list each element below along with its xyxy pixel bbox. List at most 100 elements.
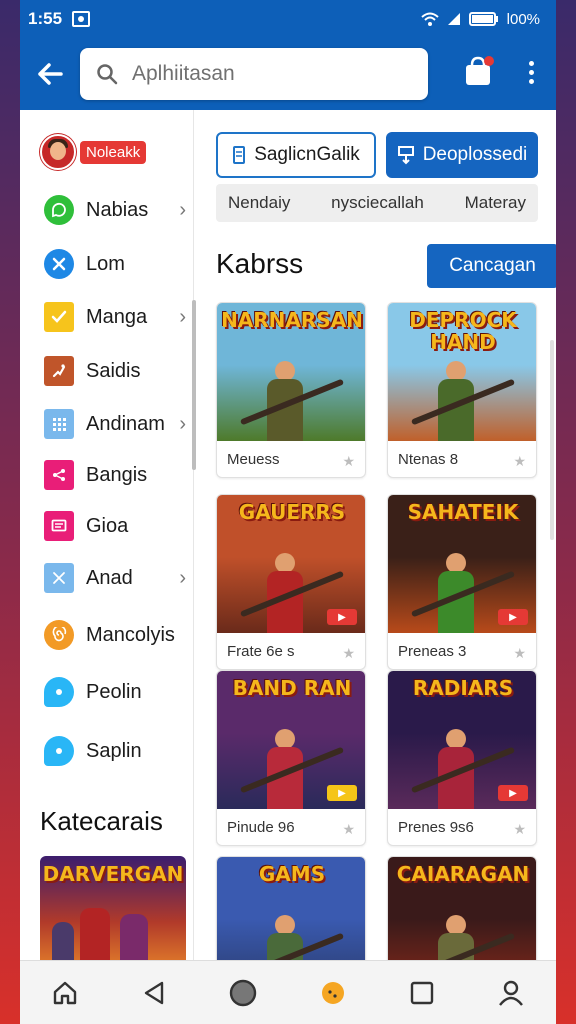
tab-item[interactable]: Nendaiy	[228, 193, 290, 213]
sidebar-item-andinam[interactable]: Andinam ›	[44, 402, 194, 446]
wifi-icon	[420, 12, 439, 26]
phone-screen: 1:55 l00% Noleakk	[20, 0, 556, 1024]
assistant-button[interactable]	[308, 968, 358, 1018]
game-card-label: Preneas 3	[398, 643, 467, 660]
sidebar-item-nabias[interactable]: Nabias ›	[44, 188, 194, 232]
game-cover-title: BAND RAN	[232, 676, 352, 700]
dot-icon	[528, 60, 534, 66]
status-right: l00%	[420, 10, 540, 28]
game-cover-art: GAUERRS ▶	[217, 495, 365, 633]
sidebar-item-anad[interactable]: Anad ›	[44, 556, 194, 600]
dot-icon	[528, 69, 534, 75]
game-card-label: Pinude 96	[227, 819, 295, 836]
share-icon	[44, 460, 74, 490]
tab-item[interactable]: nysciecallah	[331, 193, 424, 213]
recents-button[interactable]	[397, 968, 447, 1018]
home-circle-button[interactable]	[218, 968, 268, 1018]
sidebar-item-peolin[interactable]: Peolin	[44, 670, 194, 714]
sidebar-item-saidis[interactable]: Saidis	[44, 349, 194, 393]
bubble-icon	[44, 736, 74, 766]
profile-button[interactable]	[486, 968, 536, 1018]
game-card[interactable]: RADIARS ▶ Prenes 9s6 ★	[387, 670, 537, 846]
keypad-icon	[44, 409, 74, 439]
categories-title: Katecarais	[40, 806, 163, 836]
sidebar-item-label: Peolin	[86, 680, 142, 703]
battery-icon	[468, 12, 498, 26]
status-time: 1:55	[28, 9, 63, 28]
sidebar-item-gioa[interactable]: Gioa	[44, 504, 194, 548]
game-card[interactable]: GAUERRS ▶ Frate 6e s ★	[216, 494, 366, 670]
star-icon[interactable]: ★	[513, 821, 526, 838]
message-icon	[44, 511, 74, 541]
avatar[interactable]	[40, 134, 76, 170]
sidebar-item-label: Nabias	[86, 198, 149, 221]
game-cover-title: GAMS	[258, 862, 326, 886]
status-bar: 1:55 l00%	[20, 0, 556, 38]
search-bar[interactable]	[80, 48, 428, 100]
home-button[interactable]	[40, 968, 90, 1018]
star-icon[interactable]: ★	[513, 453, 526, 470]
assistant-icon	[321, 981, 344, 1004]
check-icon	[44, 302, 74, 332]
deposit-button-label: Deoplossedi	[422, 144, 528, 165]
back-nav-button[interactable]	[129, 968, 179, 1018]
game-cover-art: NARNARSAN	[217, 303, 365, 441]
section-action-button[interactable]: Cancagan	[427, 244, 556, 288]
dot-icon	[528, 78, 534, 84]
game-card-label: Prenes 9s6	[398, 819, 474, 836]
cross-icon	[44, 563, 74, 593]
spiral-icon	[44, 620, 74, 650]
sidebar: Noleakk Nabias › Lom Manga › Saidis Andi…	[20, 110, 196, 966]
game-card[interactable]: NARNARSAN Meuess ★	[216, 302, 366, 478]
sidebar-item-label: Andinam	[86, 412, 165, 435]
game-cover-art: SAHATEIK ▶	[388, 495, 536, 633]
main-scrollbar[interactable]	[550, 340, 554, 540]
game-cover-art: RADIARS ▶	[388, 671, 536, 809]
bottom-navigation	[20, 960, 556, 1024]
tab-strip: Nendaiy nysciecallah Materay	[216, 184, 538, 222]
sidebar-item-manga[interactable]: Manga ›	[44, 295, 194, 339]
close-icon	[44, 249, 74, 279]
triangle-back-icon	[144, 981, 164, 1004]
game-cover-art: DEPROCK HAND	[388, 303, 536, 441]
search-input[interactable]	[132, 62, 392, 86]
signal-icon	[447, 13, 460, 25]
outline-button-label: SaglicnGalik	[254, 144, 360, 165]
notification-icon	[72, 11, 91, 27]
shopping-bag-button[interactable]	[462, 54, 496, 88]
chevron-right-icon: ›	[179, 305, 186, 328]
sidebar-item-label: Saplin	[86, 739, 142, 762]
category-thumbnail[interactable]: DARVERGAN	[40, 856, 186, 966]
game-card-label: Frate 6e s	[227, 643, 295, 660]
sidebar-item-lom[interactable]: Lom	[44, 242, 194, 286]
game-cover-art: BAND RAN ▶	[217, 671, 365, 809]
game-card[interactable]: DEPROCK HAND Ntenas 8 ★	[387, 302, 537, 478]
play-badge-icon: ▶	[327, 785, 357, 801]
back-button[interactable]	[20, 38, 80, 110]
game-cover-title: NARNARSAN	[221, 308, 363, 332]
category-thumbnail-title: DARVERGAN	[42, 862, 184, 886]
chat-icon	[44, 195, 74, 225]
star-icon[interactable]: ★	[513, 645, 526, 662]
sidebar-item-mancolyis[interactable]: Mancolyis	[44, 613, 194, 657]
profile-badge: Noleakk	[80, 140, 147, 164]
outline-button[interactable]: SaglicnGalik	[216, 132, 376, 178]
deposit-button[interactable]: Deoplossedi	[386, 132, 538, 178]
tab-item[interactable]: Materay	[465, 193, 526, 213]
profile-row[interactable]: Noleakk	[40, 134, 147, 170]
more-options-button[interactable]	[516, 50, 546, 94]
game-card[interactable]: SAHATEIK ▶ Preneas 3 ★	[387, 494, 537, 670]
battery-percent: l00%	[506, 10, 540, 28]
sidebar-item-bangis[interactable]: Bangis	[44, 453, 194, 497]
shopping-bag-icon	[466, 56, 494, 85]
app-bar	[20, 38, 556, 110]
game-cover-title: RADIARS	[412, 676, 514, 700]
sidebar-item-saplin[interactable]: Saplin	[44, 729, 194, 773]
chevron-right-icon: ›	[179, 412, 186, 435]
chevron-right-icon: ›	[179, 198, 186, 221]
star-icon[interactable]: ★	[342, 453, 355, 470]
star-icon[interactable]: ★	[342, 645, 355, 662]
game-cover-title: CAIARAGAN	[396, 862, 530, 886]
star-icon[interactable]: ★	[342, 821, 355, 838]
game-card[interactable]: BAND RAN ▶ Pinude 96 ★	[216, 670, 366, 846]
